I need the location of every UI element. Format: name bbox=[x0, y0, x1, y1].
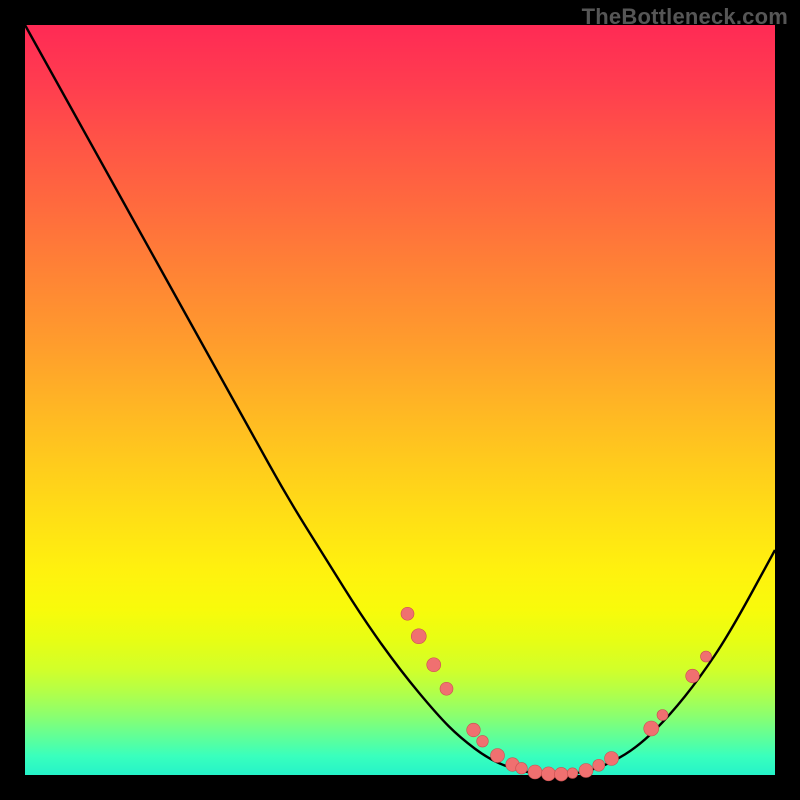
data-point bbox=[579, 764, 593, 778]
data-point bbox=[528, 765, 542, 779]
data-point bbox=[657, 710, 668, 721]
data-points-group bbox=[401, 607, 712, 781]
data-point bbox=[542, 767, 556, 781]
data-point bbox=[516, 762, 528, 774]
data-point bbox=[605, 752, 619, 766]
data-point bbox=[554, 767, 568, 781]
data-point bbox=[467, 723, 481, 737]
curve-layer bbox=[25, 25, 775, 775]
data-point bbox=[411, 629, 426, 644]
data-point bbox=[427, 658, 441, 672]
data-point bbox=[567, 768, 578, 779]
data-point bbox=[440, 682, 453, 695]
data-point bbox=[701, 651, 712, 662]
data-point bbox=[644, 721, 659, 736]
data-point bbox=[686, 669, 700, 683]
data-point bbox=[401, 607, 414, 620]
chart-frame: TheBottleneck.com bbox=[0, 0, 800, 800]
bottleneck-curve bbox=[25, 25, 775, 774]
data-point bbox=[491, 749, 505, 763]
data-point bbox=[477, 735, 489, 747]
plot-area bbox=[25, 25, 775, 775]
data-point bbox=[593, 759, 605, 771]
